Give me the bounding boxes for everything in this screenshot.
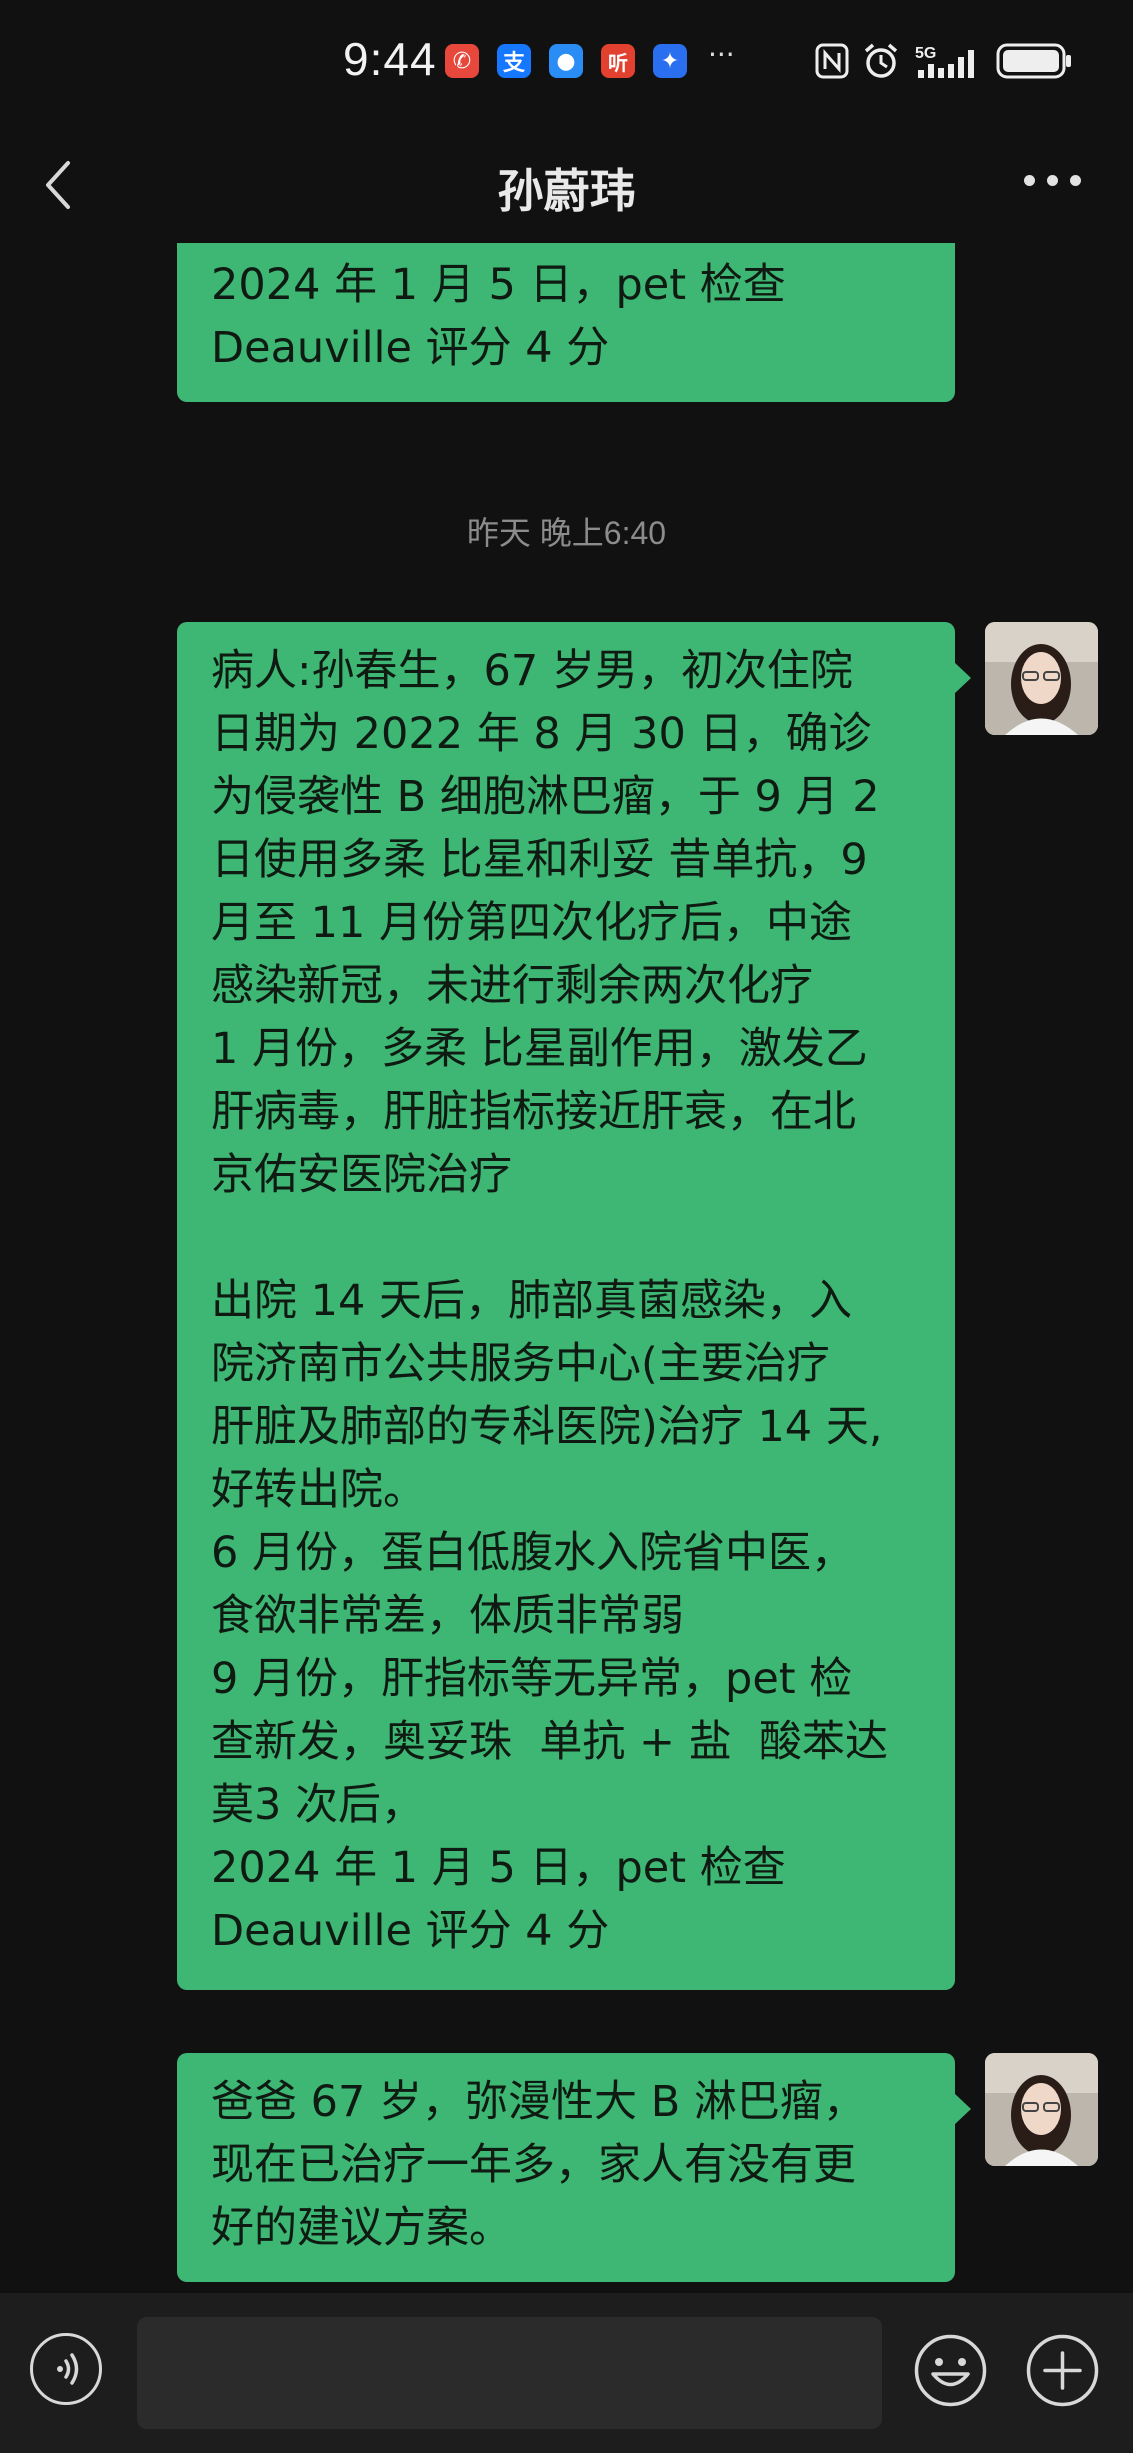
svg-text:5G: 5G (915, 45, 936, 62)
smiley-icon (914, 2334, 987, 2407)
chat-title: 孙蔚玮 (497, 164, 636, 218)
lightbulb-icon: ✦ (653, 44, 687, 78)
emoji-button[interactable] (913, 2333, 988, 2408)
message-timestamp: 昨天 晚上6:40 (466, 515, 667, 551)
avatar-photo (985, 2053, 1098, 2166)
more-options-button[interactable] (1024, 175, 1081, 186)
status-bar: 9:44 ✆ 支 ● 听 ✦ ··· 5G (0, 0, 1133, 125)
message-bubble[interactable]: 爸爸 67 岁，弥漫性大 B 淋巴瘤， 现在已治疗一年多，家人有没有更 好的建议… (177, 2053, 971, 2282)
voice-icon (57, 2353, 79, 2385)
avatar-photo (985, 622, 1098, 735)
nfc-icon (815, 42, 849, 80)
status-time: 9:44 (343, 33, 437, 85)
message-icon: ● (549, 44, 583, 78)
dot-icon (1024, 175, 1035, 186)
dot-icon (1047, 175, 1058, 186)
avatar[interactable] (985, 2053, 1098, 2166)
signal-5g-icon: 5G (914, 42, 984, 80)
more-notifications-icon: ··· (708, 38, 735, 71)
ting-icon: 听 (601, 44, 635, 78)
phone-missed-icon: ✆ (445, 44, 479, 78)
input-bar (0, 2293, 1133, 2453)
alarm-icon (861, 42, 901, 80)
battery-icon (996, 42, 1074, 80)
avatar[interactable] (985, 622, 1098, 735)
plus-icon (1026, 2334, 1099, 2407)
voice-input-button[interactable] (30, 2333, 102, 2405)
message-bubble[interactable]: 5次后， 2024 年 1 月 5 日，pet 检查 Deauville 评分 … (177, 243, 955, 402)
chat-header: 孙蔚玮 (0, 125, 1133, 243)
alipay-icon: 支 (497, 44, 531, 78)
message-bubble[interactable]: 病人:孙春生，67 岁男，初次住院 日期为 2022 年 8 月 30 日，确诊… (177, 622, 971, 1990)
message-input[interactable] (137, 2317, 882, 2429)
more-functions-button[interactable] (1025, 2333, 1100, 2408)
message-list[interactable]: 5次后， 2024 年 1 月 5 日，pet 检查 Deauville 评分 … (0, 243, 1133, 2293)
dot-icon (1070, 175, 1081, 186)
